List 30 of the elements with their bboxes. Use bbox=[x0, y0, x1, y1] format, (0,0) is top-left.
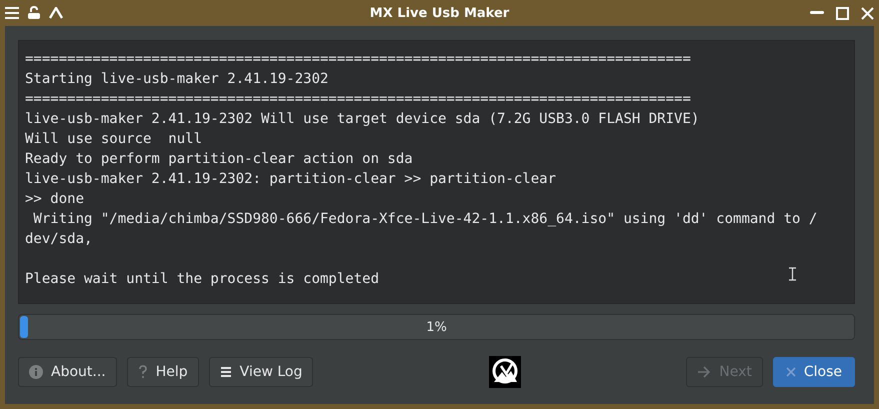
log-line: Will use source null bbox=[25, 130, 202, 149]
log-line: Please wait until the process is completed bbox=[25, 270, 380, 289]
log-line: =============================================================================== bbox=[25, 50, 691, 69]
lock-icon[interactable] bbox=[27, 6, 41, 20]
log-button[interactable]: View Log bbox=[208, 357, 314, 387]
help-button[interactable]: Help bbox=[126, 357, 199, 387]
log-line: Ready to perform partition-clear action on sda bbox=[25, 150, 413, 169]
progress-reading: 1% bbox=[426, 320, 447, 334]
maximize-icon[interactable] bbox=[836, 6, 849, 20]
log-line: Writing "/media/chimba/SSD980-666/Fedora-Xfce-Live-42-1.1.x86_64.iso" using 'dd' command to / bbox=[32, 210, 818, 229]
arrow-icon bbox=[697, 366, 712, 378]
log-line: live-usb-maker 2.41.19-2302 Will use target device sda (7.2G USB3.0 FLASH DRIVE) bbox=[25, 110, 700, 129]
close-icon bbox=[786, 367, 796, 377]
caret-up-icon[interactable] bbox=[49, 7, 63, 19]
info-icon bbox=[29, 365, 43, 379]
logo-icon bbox=[488, 356, 521, 388]
log-line: Starting live-usb-maker 2.41.19-2302 bbox=[25, 70, 328, 89]
log-line: >> done bbox=[25, 190, 84, 209]
log-line: dev/sda, bbox=[25, 230, 92, 249]
window-title: MX Live Usb Maker bbox=[368, 6, 510, 20]
close-button[interactable]: Close bbox=[772, 357, 855, 387]
log-line: =============================================================================== bbox=[25, 90, 691, 109]
log-line: live-usb-maker 2.41.19-2302: partition-clear >> partition-clear bbox=[25, 170, 556, 189]
minimize-icon[interactable] bbox=[810, 11, 824, 15]
close-icon[interactable] bbox=[861, 6, 874, 20]
info-button[interactable]: About... bbox=[18, 357, 117, 387]
menu-icon[interactable] bbox=[5, 7, 19, 19]
text-cursor-icon bbox=[789, 267, 796, 281]
question-icon bbox=[138, 365, 148, 379]
list-icon bbox=[220, 366, 232, 378]
